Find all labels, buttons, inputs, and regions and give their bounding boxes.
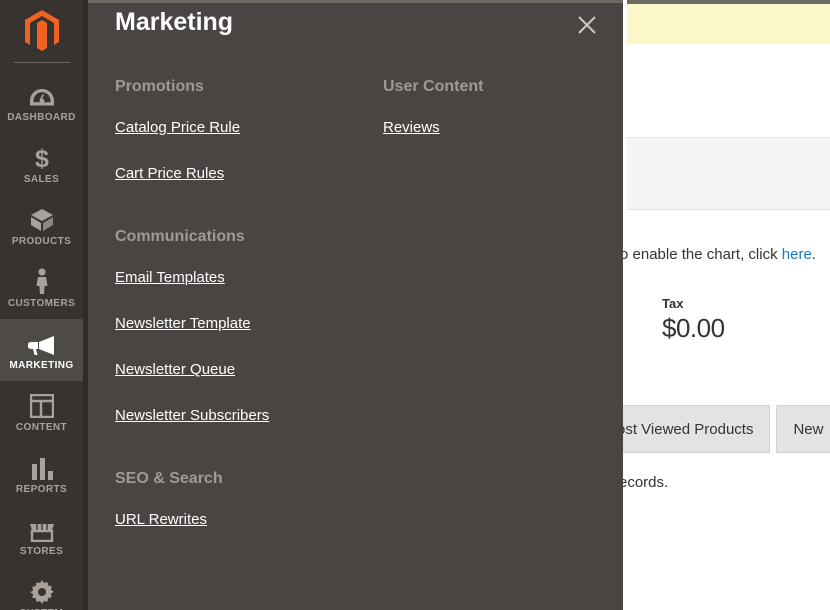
menu-group-seo-search: SEO & Search URL Rewrites (115, 470, 375, 528)
tab-most-viewed-products[interactable]: ost Viewed Products (600, 405, 771, 453)
menu-item-url-rewrites[interactable]: URL Rewrites (115, 511, 375, 528)
megaphone-icon (27, 330, 56, 356)
gear-icon (29, 578, 54, 604)
magento-logo[interactable] (0, 0, 83, 62)
menu-item-newsletter-queue[interactable]: Newsletter Queue (115, 361, 375, 378)
app-root: o enable the chart, click here. Tax $0.0… (0, 0, 830, 610)
sidebar-label-reports: REPORTS (15, 483, 68, 495)
menu-item-newsletter-subscribers[interactable]: Newsletter Subscribers (115, 407, 375, 424)
sidebar-item-products[interactable]: PRODUCTS (0, 195, 83, 257)
sidebar-label-marketing: MARKETING (9, 359, 74, 371)
box-icon (29, 206, 55, 232)
menu-item-email-templates[interactable]: Email Templates (115, 269, 375, 286)
group-title-promotions: Promotions (115, 78, 204, 95)
menu-item-catalog-price-rule[interactable]: Catalog Price Rule (115, 119, 375, 136)
sidebar-label-stores: STORES (19, 545, 64, 557)
bar-chart-icon (30, 454, 54, 480)
notification-bar (627, 4, 830, 44)
menu-group-communications: Communications Email Templates Newslette… (115, 228, 375, 424)
layout-icon (29, 392, 54, 418)
panel-top-rule (88, 0, 623, 3)
tax-summary: Tax $0.00 (662, 296, 725, 344)
sidebar-label-content: CONTENT (15, 421, 68, 433)
sidebar-label-sales: SALES (23, 173, 60, 185)
admin-sidebar: DASHBOARD $ SALES PRODUCTS CUSTOMERS MAR… (0, 0, 83, 610)
tax-label: Tax (662, 296, 684, 311)
menu-group-user-content: User Content Reviews (383, 78, 623, 136)
sidebar-item-sales[interactable]: $ SALES (0, 133, 83, 195)
rail-edge (83, 0, 88, 610)
chart-enable-link[interactable]: here (782, 246, 812, 263)
dashboard-icon (29, 82, 55, 108)
dollar-icon: $ (33, 144, 51, 170)
chart-disabled-message: o enable the chart, click here. (620, 246, 830, 263)
sidebar-item-stores[interactable]: STORES (0, 505, 83, 567)
panel-column-right: User Content Reviews (383, 78, 623, 182)
sidebar-label-dashboard: DASHBOARD (7, 111, 76, 123)
dashboard-tabs: ost Viewed Products New (600, 405, 830, 453)
storefront-icon (29, 516, 55, 542)
sidebar-label-customers: CUSTOMERS (7, 297, 76, 309)
sidebar-item-marketing[interactable]: MARKETING (0, 319, 83, 381)
sidebar-item-content[interactable]: CONTENT (0, 381, 83, 443)
menu-item-cart-price-rules[interactable]: Cart Price Rules (115, 165, 375, 182)
group-title-user-content: User Content (383, 78, 484, 95)
menu-group-promotions: Promotions Catalog Price Rule Cart Price… (115, 78, 375, 182)
close-icon[interactable] (572, 10, 602, 40)
sidebar-item-system[interactable]: SYSTEM (0, 567, 83, 610)
sidebar-divider (13, 62, 70, 63)
marketing-flyout-panel: Marketing Promotions Catalog Price Rule … (88, 0, 623, 610)
person-icon (34, 267, 50, 294)
panel-column-left: Promotions Catalog Price Rule Cart Price… (115, 78, 375, 574)
sidebar-label-products: PRODUCTS (11, 235, 72, 247)
svg-text:$: $ (35, 145, 49, 170)
tab-new-accounts[interactable]: New (776, 405, 830, 453)
chart-message-text: o enable the chart, click (620, 246, 782, 263)
group-title-seo-search: SEO & Search (115, 470, 223, 487)
chart-message-period: . (811, 246, 816, 263)
dashboard-gray-panel (627, 137, 830, 210)
group-title-communications: Communications (115, 228, 245, 245)
tax-value: $0.00 (662, 313, 725, 343)
sidebar-item-dashboard[interactable]: DASHBOARD (0, 71, 83, 133)
menu-item-reviews[interactable]: Reviews (383, 119, 623, 136)
sidebar-item-customers[interactable]: CUSTOMERS (0, 257, 83, 319)
menu-item-newsletter-template[interactable]: Newsletter Template (115, 315, 375, 332)
panel-title: Marketing (115, 8, 234, 36)
sidebar-item-reports[interactable]: REPORTS (0, 443, 83, 505)
